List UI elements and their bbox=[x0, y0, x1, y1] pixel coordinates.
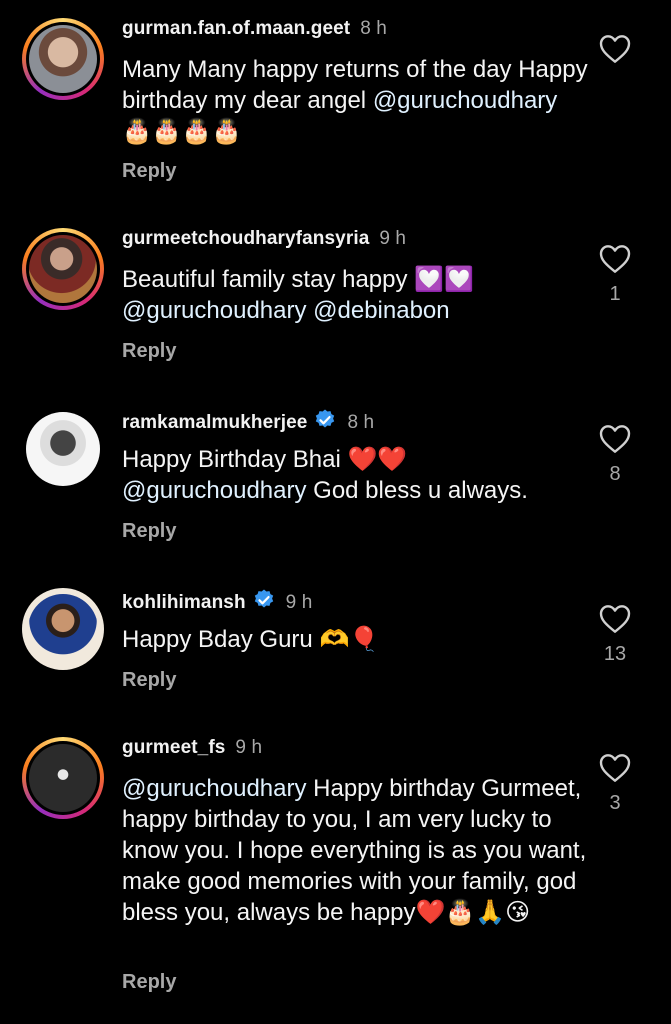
mention-link[interactable]: @guruchoudhary @debinabon bbox=[122, 297, 450, 324]
like-button[interactable]: 3 bbox=[598, 753, 632, 815]
like-button[interactable] bbox=[598, 34, 632, 73]
mention-link[interactable]: @guruchoudhary bbox=[122, 477, 306, 504]
avatar[interactable] bbox=[22, 18, 104, 100]
like-count[interactable]: 8 bbox=[598, 463, 632, 486]
comment-text: @guruchoudhary Happy birthday Gurmeet, h… bbox=[122, 775, 587, 926]
like-count[interactable]: 13 bbox=[598, 643, 632, 666]
comment-text: Many Many happy returns of the day Happy… bbox=[122, 56, 588, 145]
avatar[interactable] bbox=[22, 588, 104, 670]
comment-text: Happy Bday Guru 🫶🎈 bbox=[122, 626, 380, 653]
comment-header: ramkamalmukherjee 8 h bbox=[122, 408, 374, 434]
avatar[interactable] bbox=[22, 408, 104, 490]
reply-button[interactable]: Reply bbox=[122, 669, 176, 692]
timestamp: 9 h bbox=[285, 592, 313, 613]
heart-outline-icon[interactable] bbox=[599, 753, 631, 783]
mention-link[interactable]: @guruchoudhary bbox=[122, 775, 306, 802]
reply-button[interactable]: Reply bbox=[122, 160, 176, 183]
like-count[interactable]: 1 bbox=[598, 283, 632, 306]
like-button[interactable]: 13 bbox=[598, 604, 632, 666]
reply-button[interactable]: Reply bbox=[122, 340, 176, 363]
verified-badge-icon bbox=[254, 589, 273, 608]
username[interactable]: gurmeet_fs bbox=[122, 737, 225, 758]
heart-outline-icon[interactable] bbox=[599, 244, 631, 274]
comment-header: gurmeet_fs 9 h bbox=[122, 737, 262, 759]
timestamp: 9 h bbox=[379, 228, 407, 249]
reply-button[interactable]: Reply bbox=[122, 971, 176, 994]
username[interactable]: kohlihimansh bbox=[122, 592, 246, 613]
timestamp: 8 h bbox=[360, 18, 387, 39]
username[interactable]: gurmeetchoudharyfansyria bbox=[122, 228, 369, 249]
reply-button[interactable]: Reply bbox=[122, 520, 176, 543]
comment-header: gurman.fan.of.maan.geet 8 h bbox=[122, 18, 387, 40]
heart-outline-icon[interactable] bbox=[599, 424, 631, 454]
like-button[interactable]: 1 bbox=[598, 244, 632, 306]
avatar[interactable] bbox=[22, 737, 104, 819]
heart-outline-icon[interactable] bbox=[599, 34, 631, 64]
timestamp: 8 h bbox=[347, 412, 375, 433]
comment-header: gurmeetchoudharyfansyria 9 h bbox=[122, 228, 406, 250]
avatar[interactable] bbox=[22, 228, 104, 310]
verified-badge-icon bbox=[316, 409, 335, 428]
comment-header: kohlihimansh 9 h bbox=[122, 588, 312, 614]
like-button[interactable]: 8 bbox=[598, 424, 632, 486]
comment-text: Happy Birthday Bhai ❤️❤️ @guruchoudhary … bbox=[122, 446, 528, 504]
mention-link[interactable]: @guruchoudhary bbox=[373, 87, 557, 114]
heart-outline-icon[interactable] bbox=[599, 604, 631, 634]
username[interactable]: gurman.fan.of.maan.geet bbox=[122, 18, 350, 39]
username[interactable]: ramkamalmukherjee bbox=[122, 412, 307, 433]
like-count[interactable]: 3 bbox=[598, 792, 632, 815]
timestamp: 9 h bbox=[235, 737, 263, 758]
comment-text: Beautiful family stay happy 💟💟 @guruchou… bbox=[122, 266, 474, 324]
